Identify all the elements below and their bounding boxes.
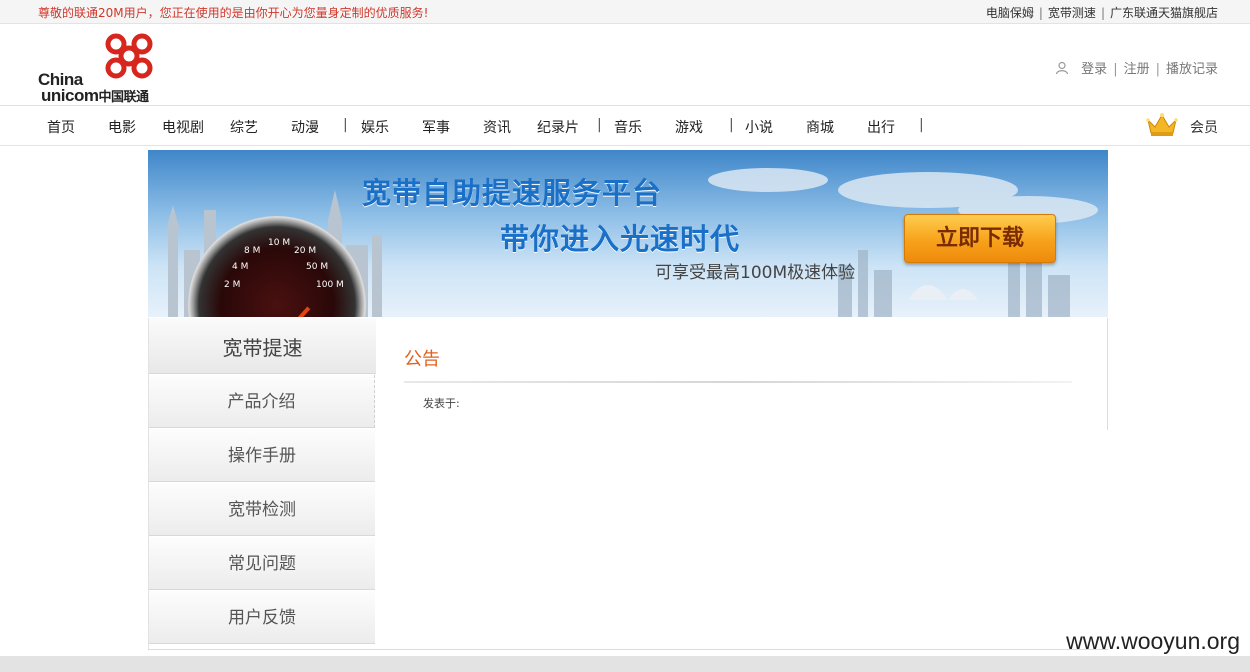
crown-icon[interactable] (1146, 112, 1178, 138)
nav-item-variety[interactable]: 综艺 (230, 117, 258, 137)
gauge-label: 8 M (244, 246, 261, 256)
top-link-speed-test[interactable]: 宽带测速 (1048, 6, 1096, 20)
banner-subtitle: 可享受最高100M极速体验 (655, 263, 856, 283)
nav-item-documentary[interactable]: 纪录片 (537, 117, 579, 137)
member-link[interactable]: 会员 (1190, 117, 1218, 137)
nav-item-anime[interactable]: 动漫 (291, 117, 319, 137)
nav-divider: | (343, 117, 348, 133)
gauge-label: 20 M (294, 246, 317, 256)
top-bar: 尊敬的联通20M用户，您正在使用的是由你开心为您量身定制的优质服务! 电脑保姆 |… (0, 0, 1250, 24)
nav-item-tv[interactable]: 电视剧 (162, 117, 204, 137)
watermark: www.wooyun.org (1066, 628, 1240, 654)
nav-item-novels[interactable]: 小说 (745, 117, 773, 137)
gauge-label: 2 M (224, 280, 241, 290)
gauge-label: 50 M (306, 262, 329, 272)
posted-at-label: 发表于: (423, 397, 460, 410)
gauge-label: 4 M (232, 262, 249, 272)
download-now-button[interactable]: 立即下载 (904, 214, 1056, 263)
promo-banner: 0 2 M 4 M 8 M 10 M 20 M 50 M 100 M 宽带自助提… (148, 150, 1108, 317)
sidebar-item-product-intro[interactable]: 产品介绍 (149, 375, 375, 428)
banner-title: 宽带自助提速服务平台 (362, 176, 663, 210)
announcement-panel: 公告 发表于: (375, 318, 1108, 430)
content-bottom-border (148, 649, 1108, 650)
china-unicom-logo[interactable]: China unicom中国联通 (38, 30, 168, 105)
login-link[interactable]: 登录 (1081, 62, 1107, 77)
sidebar-item-broadband-check[interactable]: 宽带检测 (149, 483, 375, 536)
top-link-pc-care[interactable]: 电脑保姆 (986, 6, 1034, 20)
nav-item-news[interactable]: 资讯 (483, 117, 511, 137)
sidebar-item-manual[interactable]: 操作手册 (149, 429, 375, 482)
logo-text-unicom: unicom中国联通 (41, 86, 149, 105)
nav-item-military[interactable]: 军事 (422, 117, 450, 137)
announcement-title: 公告 (404, 349, 440, 370)
footer-bar (0, 656, 1250, 672)
nav-divider: | (597, 117, 602, 133)
play-history-link[interactable]: 播放记录 (1166, 62, 1218, 77)
sidebar-heading: 宽带提速 (149, 318, 376, 374)
nav-item-movies[interactable]: 电影 (108, 117, 136, 137)
nav-divider: | (729, 117, 734, 133)
user-icon (1056, 61, 1069, 75)
gauge-label: 100 M (316, 280, 344, 290)
sidebar-item-feedback[interactable]: 用户反馈 (149, 591, 375, 644)
logo-text-cn: 中国联通 (98, 89, 149, 104)
sidebar-item-faq[interactable]: 常见问题 (149, 537, 375, 590)
banner-slogan: 带你进入光速时代 (500, 222, 741, 256)
nav-item-entertainment[interactable]: 娱乐 (361, 117, 389, 137)
nav-item-mall[interactable]: 商城 (806, 117, 834, 137)
top-link-tmall-store[interactable]: 广东联通天猫旗舰店 (1110, 6, 1218, 20)
nav-item-travel[interactable]: 出行 (867, 117, 895, 137)
title-divider (404, 381, 1072, 383)
welcome-message: 尊敬的联通20M用户，您正在使用的是由你开心为您量身定制的优质服务! (38, 6, 429, 20)
unicom-knot-icon (105, 33, 153, 79)
gauge-needle (276, 306, 311, 317)
nav-divider: | (919, 117, 924, 133)
account-links: 登录 | 注册 | 播放记录 (1055, 58, 1218, 77)
main-nav: 首页 电影 电视剧 综艺 动漫 | 娱乐 军事 资讯 纪录片 | 音乐 游戏 |… (0, 106, 1250, 146)
gauge-label: 10 M (268, 238, 291, 248)
header: China unicom中国联通 登录 | 注册 | 播放记录 (0, 24, 1250, 106)
sidebar: 宽带提速 产品介绍 操作手册 宽带检测 常见问题 用户反馈 (148, 318, 376, 650)
nav-item-games[interactable]: 游戏 (675, 117, 703, 137)
nav-item-home[interactable]: 首页 (47, 117, 75, 137)
register-link[interactable]: 注册 (1124, 62, 1150, 77)
nav-item-music[interactable]: 音乐 (614, 117, 642, 137)
top-links: 电脑保姆 | 宽带测速 | 广东联通天猫旗舰店 (985, 6, 1218, 20)
